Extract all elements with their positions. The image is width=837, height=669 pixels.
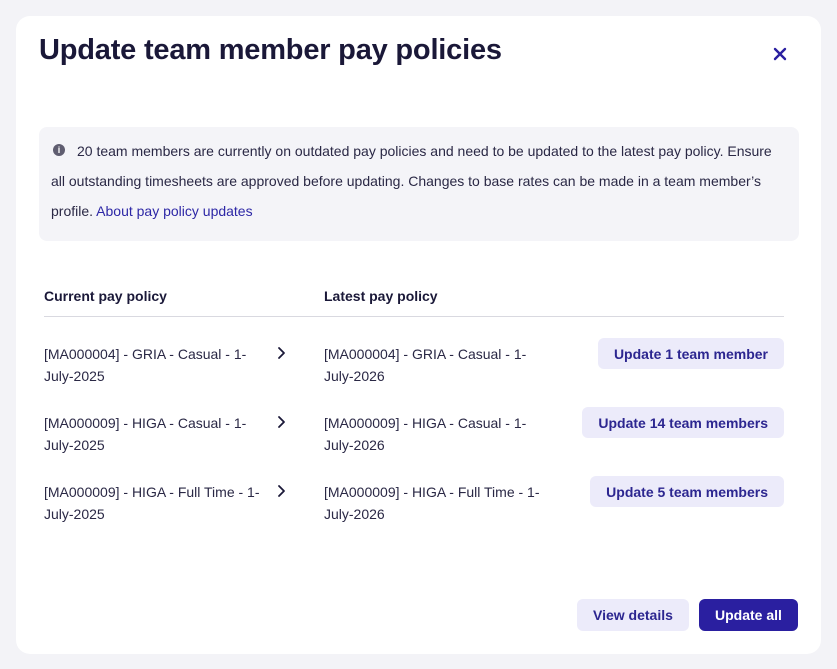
chevron-right-icon: [278, 485, 285, 497]
about-pay-policy-link[interactable]: About pay policy updates: [96, 203, 252, 219]
update-all-button[interactable]: Update all: [699, 599, 798, 631]
notice-body: i 20 team members are currently on outdat…: [51, 136, 787, 226]
header-latest-policy: Latest pay policy: [324, 288, 438, 304]
close-button[interactable]: [766, 40, 794, 68]
chevron-right-icon: [278, 347, 285, 359]
current-policy-cell: [MA000009] - HIGA - Full Time - 1-July-2…: [44, 484, 260, 522]
current-policy-cell: [MA000004] - GRIA - Casual - 1-July-2025: [44, 346, 247, 384]
latest-policy-cell: [MA000004] - GRIA - Casual - 1-July-2026: [324, 346, 527, 384]
view-details-button[interactable]: View details: [577, 599, 689, 631]
info-icon: i: [53, 144, 65, 157]
header-current-policy: Current pay policy: [44, 288, 167, 304]
table-divider: [44, 316, 784, 317]
pay-policy-modal: Update team member pay policies i 20 team…: [16, 16, 821, 654]
current-policy-cell: [MA000009] - HIGA - Casual - 1-July-2025: [44, 415, 247, 453]
info-notice: i 20 team members are currently on outdat…: [39, 127, 799, 241]
modal-title: Update team member pay policies: [39, 34, 502, 66]
close-icon: [773, 47, 787, 61]
chevron-right-icon: [278, 416, 285, 428]
update-row-button[interactable]: Update 1 team member: [597, 338, 784, 369]
latest-policy-cell: [MA000009] - HIGA - Full Time - 1-July-2…: [324, 484, 540, 522]
update-row-button[interactable]: Update 14 team members: [582, 407, 784, 438]
latest-policy-cell: [MA000009] - HIGA - Casual - 1-July-2026: [324, 415, 527, 453]
update-row-button[interactable]: Update 5 team members: [590, 476, 784, 507]
